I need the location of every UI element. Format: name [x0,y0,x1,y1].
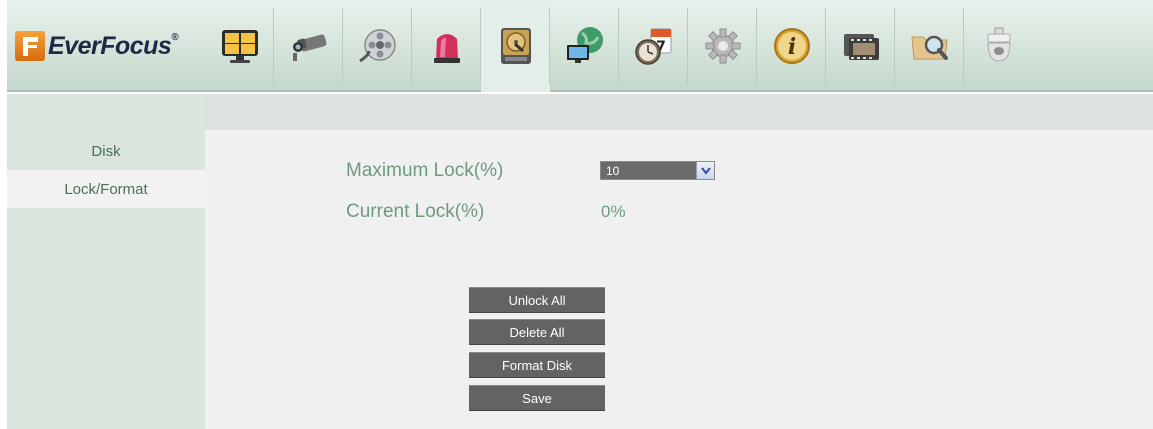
max-lock-value: 10 [606,163,620,178]
chevron-down-icon[interactable] [696,162,714,179]
nav-playback[interactable] [343,0,412,92]
sidebar-item-disk[interactable]: Disk [7,132,205,170]
film-reel-icon [358,29,396,63]
brand-logo: EverFocus® [7,0,205,92]
alarm-siren-icon [433,34,460,63]
dome-camera-icon [986,27,1011,62]
sidebar: Disk Lock/Format [7,94,205,429]
format-disk-button[interactable]: Format Disk [469,352,605,378]
current-lock-value: 0% [601,202,626,221]
main-panel: Maximum Lock(%) 10 Current Lock(%) 0% Un… [205,130,1153,429]
subheader-strip [205,94,1153,130]
nav-live-view[interactable] [205,0,274,92]
nav-camera[interactable] [274,0,343,92]
nav-schedule[interactable]: 7 [619,0,688,92]
app-window: EverFocus® 7 i Disk Lock/Format Maximum … [0,0,1153,429]
nav-alarm[interactable] [412,0,481,92]
svg-text:i: i [787,34,795,60]
delete-all-button[interactable]: Delete All [469,319,605,345]
film-strip-icon [843,34,879,60]
save-button[interactable]: Save [469,385,605,411]
camera-icon [292,34,326,61]
nav-info[interactable]: i [757,0,826,92]
nav-settings[interactable] [688,0,757,92]
nav-ptz[interactable] [964,0,1033,92]
top-header: EverFocus® 7 i [7,0,1153,92]
folder-search-icon [910,35,948,60]
nav-backup[interactable] [826,0,895,92]
hard-disk-icon [500,28,531,64]
schedule-clock-calendar-icon: 7 [634,28,671,65]
main-nav: 7 i [205,0,1033,92]
sidebar-item-label: Lock/Format [64,180,148,198]
info-icon: i [773,28,810,64]
current-lock-label: Current Lock(%) [346,201,485,222]
network-globe-icon [566,27,603,63]
nav-network[interactable] [550,0,619,92]
everfocus-logo-icon [15,31,45,61]
sidebar-item-lock-format[interactable]: Lock/Format [7,170,205,208]
sidebar-item-label: Disk [91,142,121,160]
live-view-grid-icon [221,30,258,63]
unlock-all-button[interactable]: Unlock All [469,287,605,313]
nav-disk[interactable] [481,0,550,92]
max-lock-select[interactable]: 10 [600,161,715,180]
gear-icon [705,28,740,64]
max-lock-label: Maximum Lock(%) [346,160,504,181]
brand-name: EverFocus® [48,31,179,60]
nav-search[interactable] [895,0,964,92]
